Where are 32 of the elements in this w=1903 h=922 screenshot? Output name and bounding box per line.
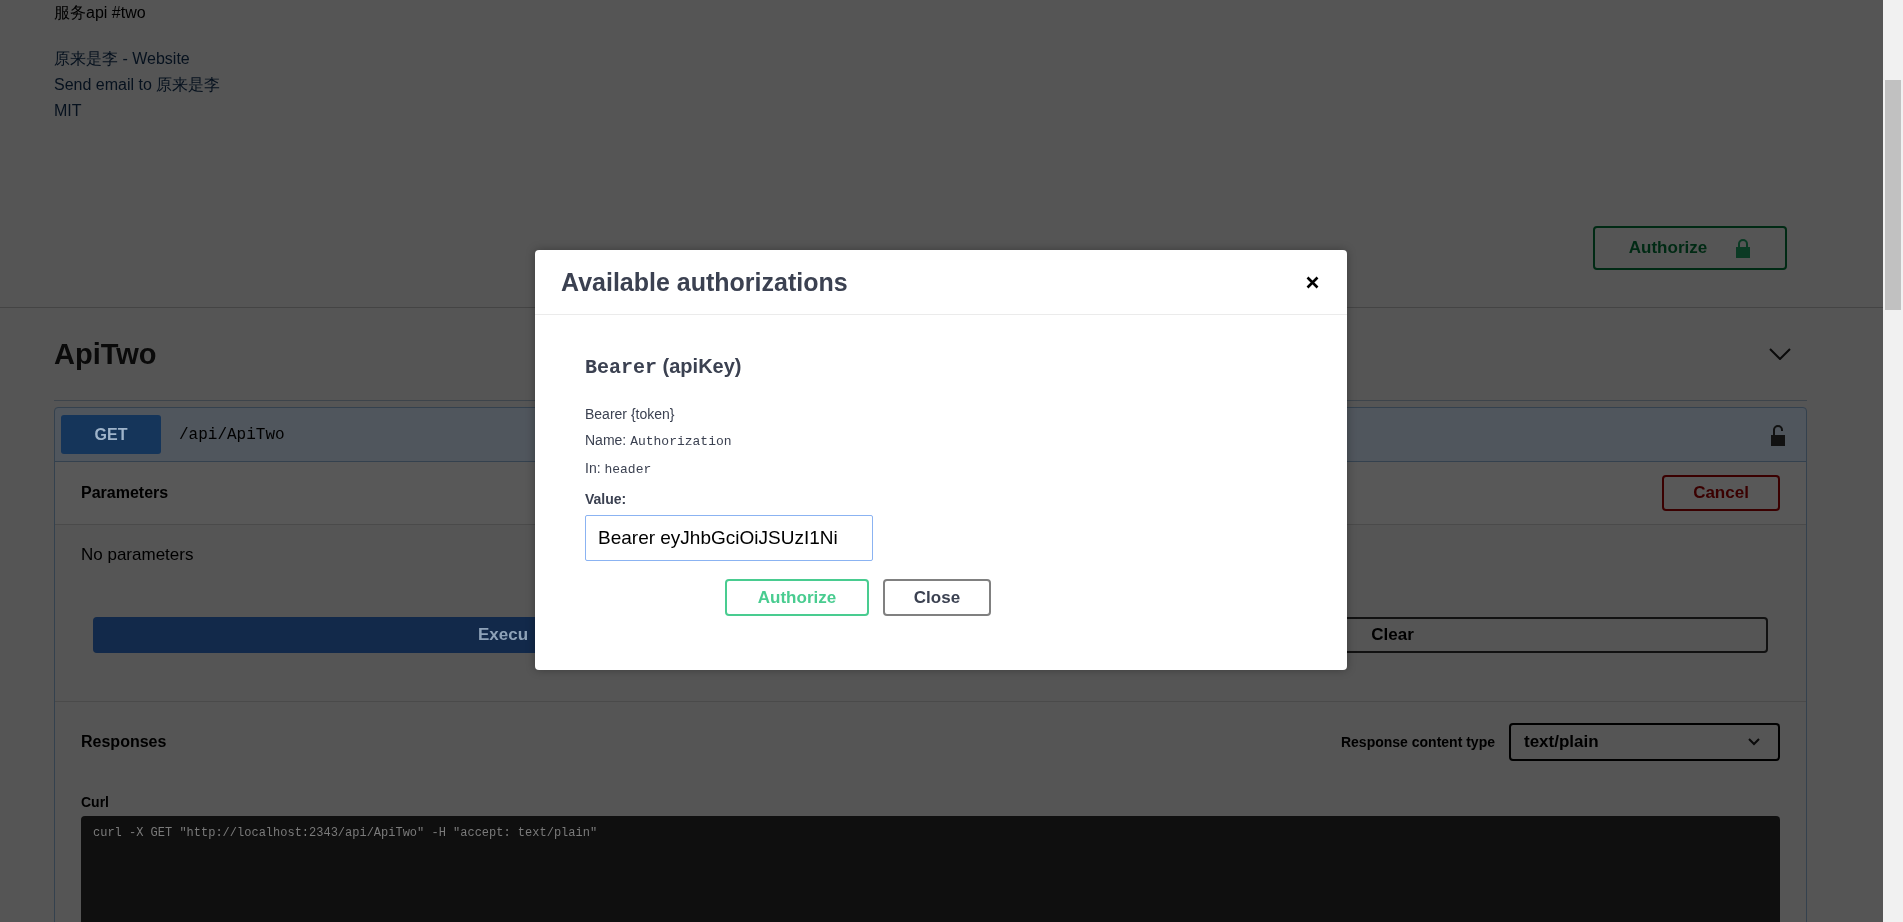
scrollbar-thumb[interactable] <box>1885 80 1901 310</box>
api-description: 服务api #two <box>54 3 147 23</box>
section-title: Parameters <box>81 484 169 502</box>
scheme-description: Bearer {token} <box>585 405 675 424</box>
close-icon[interactable] <box>1306 275 1319 289</box>
section-title: Responses <box>81 733 167 751</box>
cancel-button[interactable]: Cancel <box>1662 475 1780 511</box>
value-input[interactable]: Bearer eyJhbGciOiJSUzI1Ni <box>585 515 873 561</box>
curl-command: curl -X GET "http://localhost:2343/api/ApiTwo" -H "accept: text/plain" <box>93 826 598 840</box>
lock-icon <box>1735 238 1752 258</box>
close-button[interactable]: Close <box>883 579 991 616</box>
caret-icon <box>1748 738 1760 746</box>
no-parameters-text: No parameters <box>81 545 194 565</box>
endpoint-path: /api/ApiTwo <box>179 425 285 444</box>
chevron-down-icon[interactable] <box>1769 348 1791 360</box>
scheme-title: Bearer (apiKey) <box>585 355 742 379</box>
unlocked-lock-icon[interactable] <box>1770 423 1786 446</box>
content-type-label: Response content type <box>1340 734 1495 750</box>
info-link[interactable]: Send email to 原来是李 <box>54 72 221 98</box>
content-type-select[interactable]: text/plain <box>1509 723 1780 761</box>
dialog-title: Available authorizations <box>561 267 848 297</box>
tag-heading: ApiTwo <box>54 337 157 371</box>
authorize-button[interactable]: Authorize <box>725 579 869 616</box>
scheme-location: In: header <box>585 459 652 479</box>
value-label: Value: <box>585 491 627 507</box>
curl-label: Curl <box>81 794 110 810</box>
scrollbar[interactable] <box>1883 0 1903 922</box>
info-link[interactable]: MIT <box>54 98 82 124</box>
scheme-name: Name: Authorization <box>585 431 732 451</box>
method-badge: GET <box>61 415 161 454</box>
authorize-button[interactable]: Authorize <box>1593 226 1787 270</box>
info-link[interactable]: 原来是李 - Website <box>54 46 190 72</box>
